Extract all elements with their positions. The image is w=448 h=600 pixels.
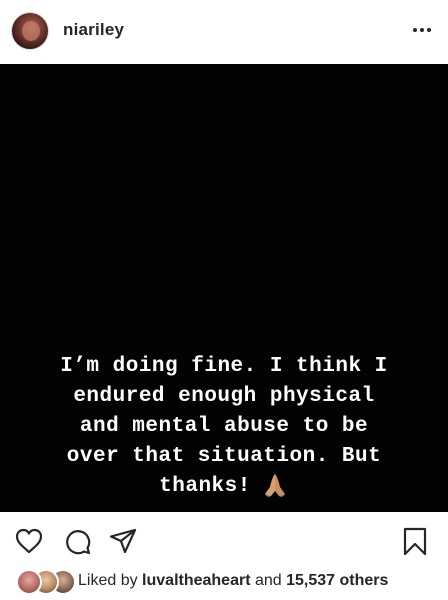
folded-hands-emoji — [264, 474, 285, 498]
username[interactable]: niariley — [63, 20, 124, 40]
heart-icon[interactable] — [14, 526, 44, 556]
liker-username[interactable]: luvaltheaheart — [142, 572, 250, 589]
send-icon[interactable] — [108, 526, 138, 556]
post-image[interactable]: I’m doing fine. I think I endured enough… — [0, 64, 448, 512]
story-text-line: and mental abuse to be — [79, 415, 369, 438]
bookmark-icon[interactable] — [400, 526, 430, 556]
story-text: I’m doing fine. I think I endured enough… — [0, 352, 448, 502]
action-bar — [0, 512, 448, 568]
likes-middle: and — [250, 572, 287, 589]
liker-avatars[interactable] — [16, 569, 76, 595]
story-text-word: thanks! — [159, 475, 251, 498]
likes-prefix: Liked by — [78, 572, 143, 589]
post-header: niariley — [0, 0, 448, 64]
instagram-post: niariley I’m doing fine. I think I endur… — [0, 0, 448, 600]
likes-text[interactable]: Liked by luvaltheaheart and 15,537 other… — [78, 572, 388, 590]
story-text-line: I’m doing fine. I think I — [60, 355, 388, 378]
story-text-line: over that situation. But — [66, 445, 382, 468]
liker-avatar — [16, 569, 42, 595]
likes-count[interactable]: 15,537 others — [286, 572, 388, 589]
profile-avatar[interactable] — [11, 12, 49, 50]
story-text-line: endured enough physical — [73, 385, 375, 408]
more-horizontal-icon[interactable] — [410, 22, 434, 38]
comment-icon[interactable] — [62, 526, 92, 556]
likes-row: Liked by luvaltheaheart and 15,537 other… — [16, 568, 388, 595]
story-text-line-last: thanks! — [0, 472, 448, 502]
